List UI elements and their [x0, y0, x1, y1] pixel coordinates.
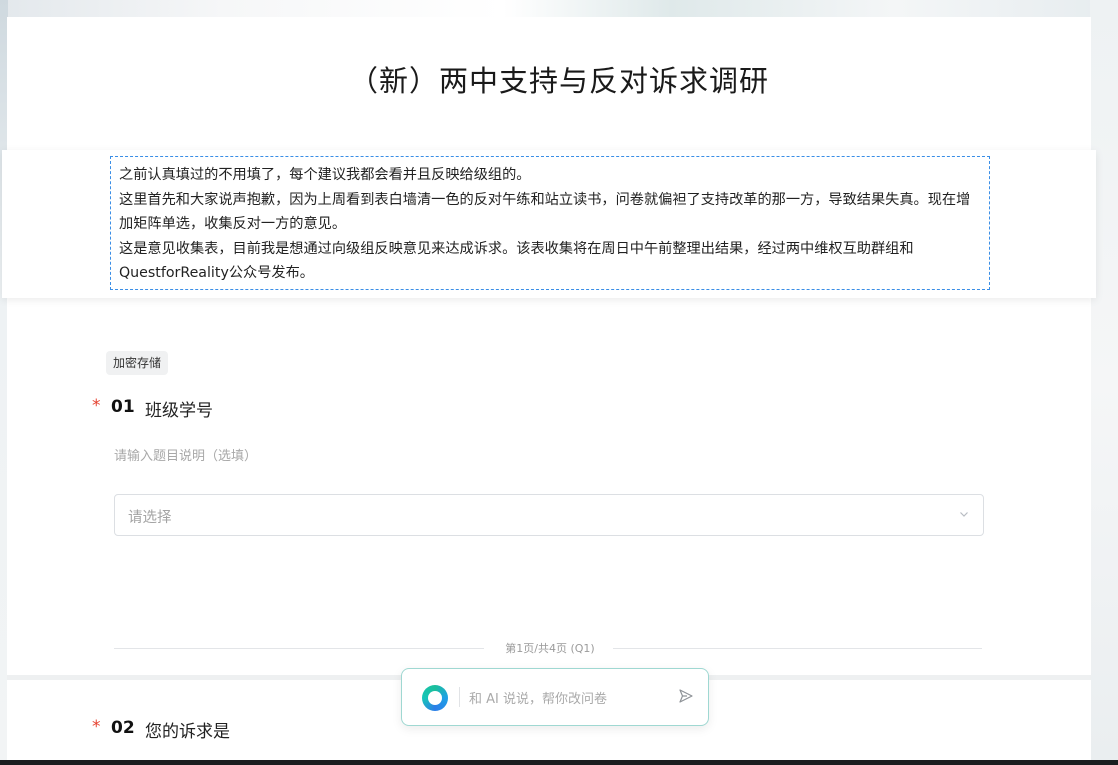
pager-line-left [114, 648, 484, 649]
ai-input[interactable]: 和 AI 说说，帮你改问卷 [469, 688, 607, 707]
pager-line-right [613, 648, 982, 649]
background-right [1090, 0, 1118, 765]
chevron-down-icon [960, 512, 968, 517]
question-title-2[interactable]: 您的诉求是 [145, 717, 230, 742]
ai-separator [459, 687, 460, 707]
question-number-2: 02 [111, 718, 135, 738]
question-title[interactable]: 班级学号 [145, 396, 213, 421]
required-mark: * [92, 396, 101, 416]
ai-assistant-bar[interactable]: 和 AI 说说，帮你改问卷 [401, 668, 709, 726]
page-indicator: 第1页/共4页 (Q1) [505, 642, 595, 655]
bottom-edge [0, 760, 1118, 765]
survey-title[interactable]: （新）两中支持与反对诉求调研 [0, 58, 1118, 100]
encrypted-storage-tag: 加密存储 [106, 351, 169, 375]
ai-logo-icon [422, 685, 448, 711]
survey-page-card [7, 17, 1091, 675]
class-number-select[interactable]: 请选择 [114, 494, 984, 536]
question-number: 01 [111, 397, 135, 417]
description-line-2: 这里首先和大家说声抱歉，因为上周看到表白墙清一色的反对午练和站立读书，问卷就偏袒… [119, 191, 971, 233]
survey-description[interactable]: 之前认真填过的不用填了，每个建议我都会看并且反映给级组的。 这里首先和大家说声抱… [110, 156, 990, 290]
description-line-1: 之前认真填过的不用填了，每个建议我都会看并且反映给级组的。 [119, 167, 531, 183]
description-line-3: 这是意见收集表，目前我是想通过向级组反映意见来达成诉求。该表收集将在周日中午前整… [119, 240, 914, 282]
select-placeholder: 请选择 [128, 510, 172, 526]
required-mark-2: * [92, 717, 101, 737]
background-top [0, 0, 1118, 18]
send-icon[interactable] [678, 688, 694, 704]
question-hint[interactable]: 请输入题目说明（选填） [114, 445, 257, 464]
